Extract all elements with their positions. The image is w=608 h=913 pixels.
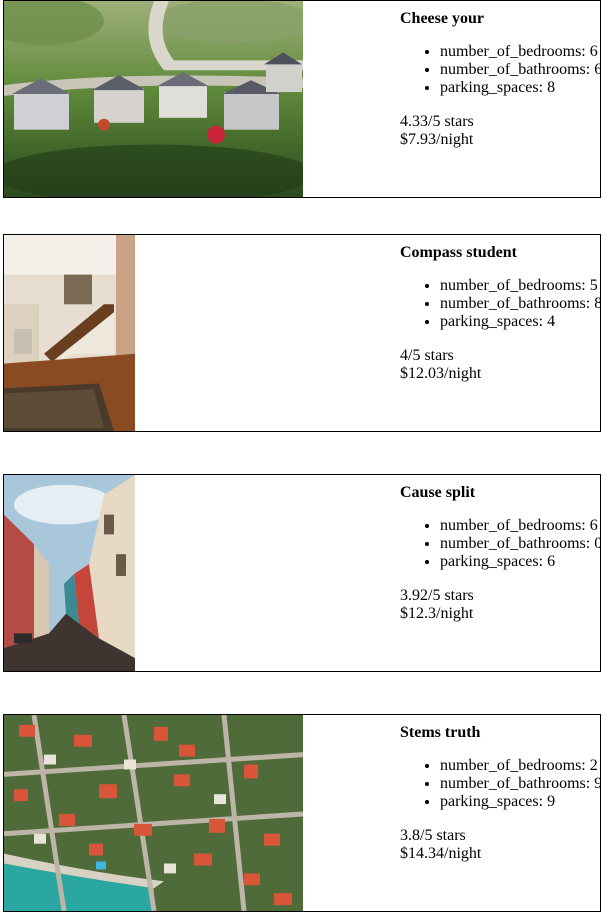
listing-title: Cheese your: [400, 10, 484, 27]
feature-bathrooms: number_of_bathrooms: 9: [440, 775, 600, 793]
feature-parking: parking_spaces: 8: [440, 79, 600, 97]
features-list: number_of_bedrooms: 2 number_of_bathroom…: [400, 757, 600, 811]
listing-title: Compass student: [400, 244, 517, 261]
listing-rating: 4/5 stars: [400, 347, 454, 364]
listing-image[interactable]: [4, 235, 135, 431]
interior-staircase-image: [4, 235, 135, 431]
listing-image[interactable]: [4, 475, 135, 671]
listing-price: $12.3/night: [400, 605, 474, 622]
features-list: number_of_bedrooms: 6 number_of_bathroom…: [400, 43, 600, 97]
listing-details: Stems truth number_of_bedrooms: 2 number…: [400, 723, 600, 863]
listing-title: Stems truth: [400, 724, 481, 741]
listing-card[interactable]: Cheese your number_of_bedrooms: 6 number…: [3, 0, 601, 198]
listing-rating: 3.92/5 stars: [400, 587, 474, 604]
feature-parking: parking_spaces: 9: [440, 793, 600, 811]
feature-bathrooms: number_of_bathrooms: 6: [440, 61, 600, 79]
feature-parking: parking_spaces: 6: [440, 553, 600, 571]
feature-bathrooms: number_of_bathrooms: 8: [440, 295, 600, 313]
feature-bedrooms: number_of_bedrooms: 2: [440, 757, 600, 775]
listing-details: Cause split number_of_bedrooms: 6 number…: [400, 483, 600, 623]
listing-card[interactable]: Cause split number_of_bedrooms: 6 number…: [3, 474, 601, 672]
listing-image[interactable]: [4, 715, 303, 911]
listing-price: $14.34/night: [400, 845, 482, 862]
aerial-coastal-town-image: [4, 715, 303, 911]
listing-price: $7.93/night: [400, 131, 474, 148]
feature-parking: parking_spaces: 4: [440, 313, 600, 331]
colorful-street-image: [4, 475, 135, 671]
features-list: number_of_bedrooms: 6 number_of_bathroom…: [400, 517, 600, 571]
feature-bedrooms: number_of_bedrooms: 6: [440, 43, 600, 61]
features-list: number_of_bedrooms: 5 number_of_bathroom…: [400, 277, 600, 331]
listing-card[interactable]: Compass student number_of_bedrooms: 5 nu…: [3, 234, 601, 432]
listing-price: $12.03/night: [400, 365, 482, 382]
aerial-suburb-houses-image: [4, 1, 303, 197]
listing-rating: 3.8/5 stars: [400, 827, 466, 844]
listing-title: Cause split: [400, 484, 476, 501]
feature-bedrooms: number_of_bedrooms: 6: [440, 517, 600, 535]
listing-details: Cheese your number_of_bedrooms: 6 number…: [400, 9, 600, 149]
listing-image[interactable]: [4, 1, 303, 197]
listing-details: Compass student number_of_bedrooms: 5 nu…: [400, 243, 600, 383]
listing-rating: 4.33/5 stars: [400, 113, 474, 130]
feature-bedrooms: number_of_bedrooms: 5: [440, 277, 600, 295]
listing-card[interactable]: Stems truth number_of_bedrooms: 2 number…: [3, 714, 601, 912]
feature-bathrooms: number_of_bathrooms: 0: [440, 535, 600, 553]
